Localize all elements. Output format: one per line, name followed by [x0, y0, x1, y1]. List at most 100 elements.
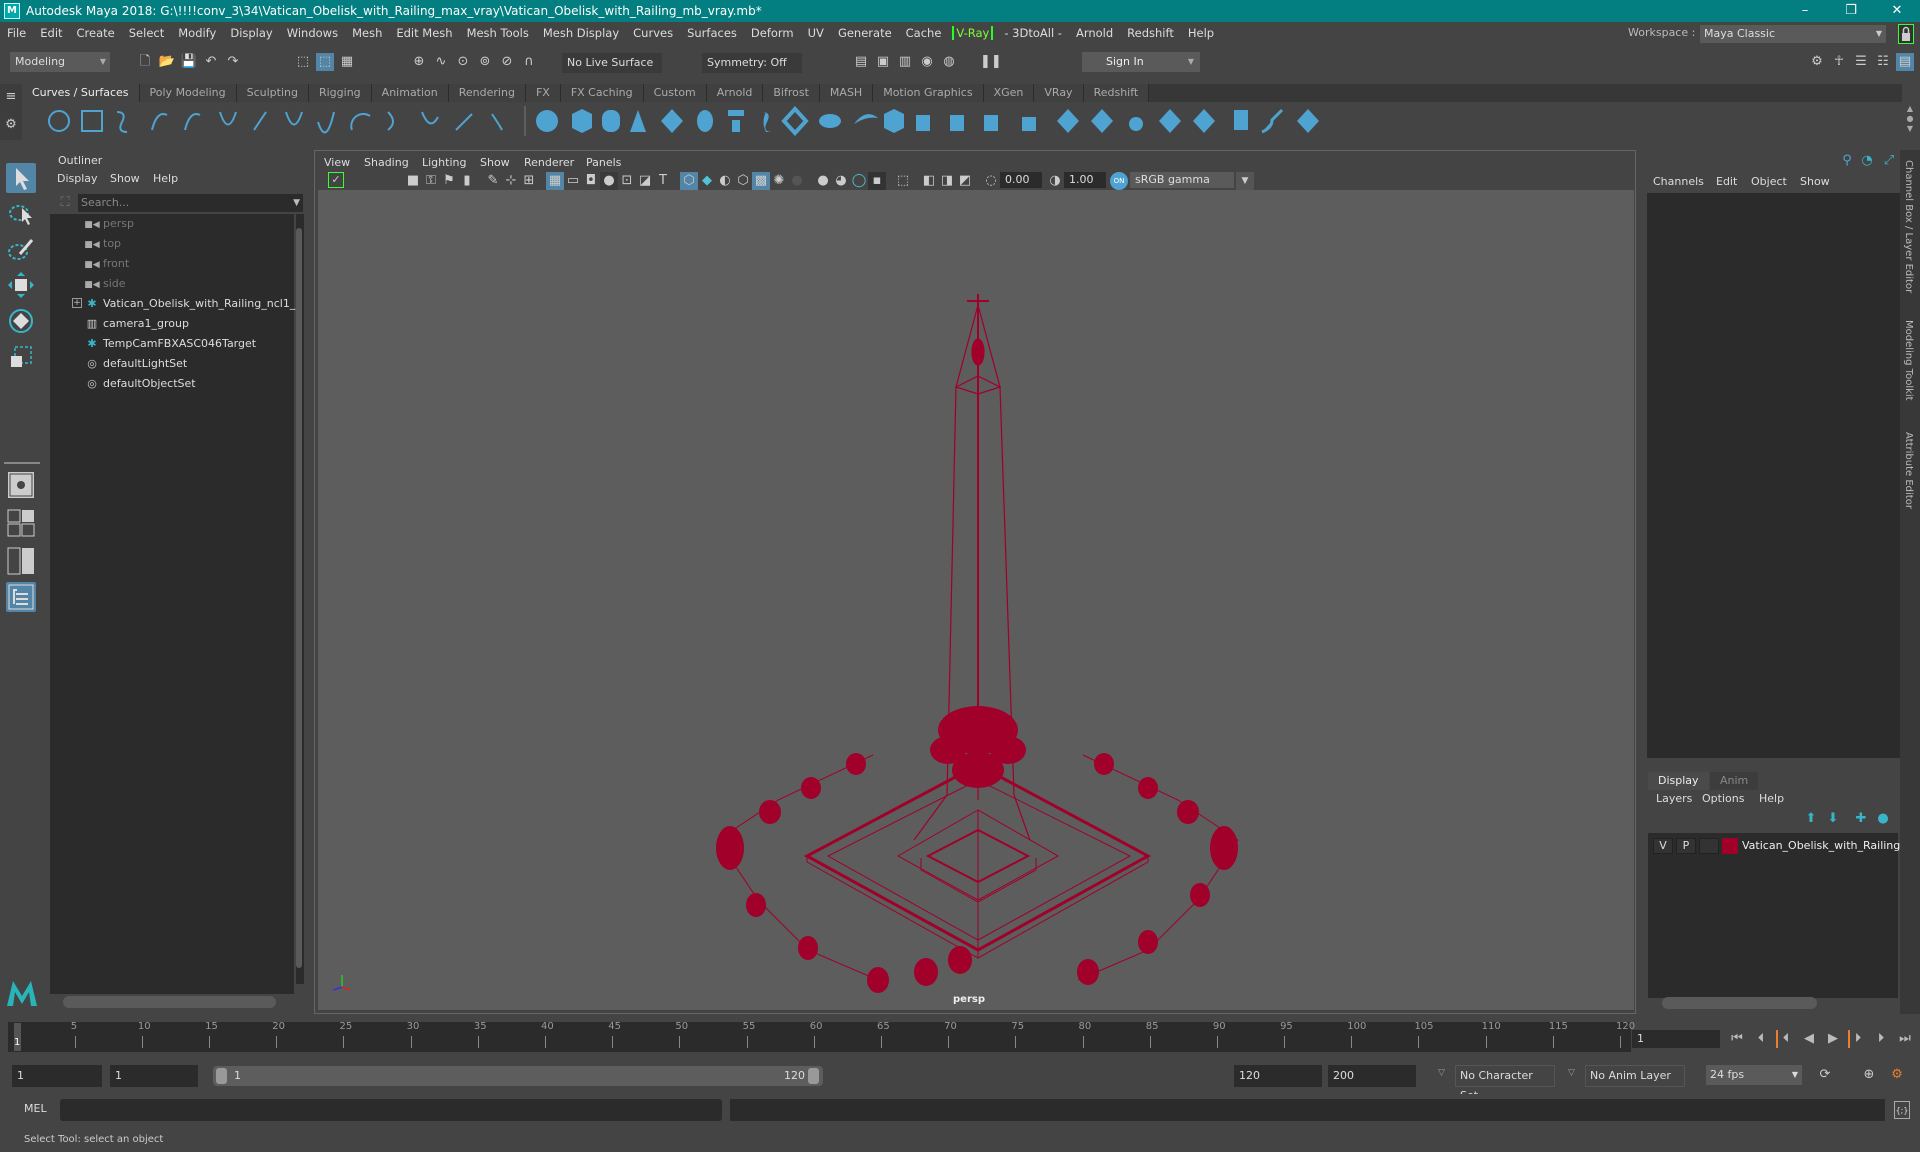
exposure-icon[interactable]: ◌	[982, 172, 1000, 190]
range-start-handle[interactable]	[216, 1068, 227, 1084]
shelf-tab-vray[interactable]: VRay	[1034, 84, 1084, 102]
viewport-menu-renderer[interactable]: Renderer	[524, 156, 574, 169]
channel-box-layer-editor-tab[interactable]: Channel Box / Layer Editor	[1903, 160, 1914, 293]
shelf-tab-mash[interactable]: MASH	[819, 84, 874, 102]
new-layer-from-selection-icon[interactable]: ●	[1874, 810, 1892, 828]
outliner-tab[interactable]: Outliner	[48, 152, 110, 170]
paint-select-tool-button[interactable]	[6, 234, 36, 264]
outliner-item[interactable]: ◎ defaultObjectSet	[84, 374, 195, 394]
shelf-tab-rendering[interactable]: Rendering	[448, 84, 526, 102]
anim-layer-dropdown-icon[interactable]: ▽	[1568, 1068, 1575, 1078]
color-space-select[interactable]: sRGB gamma	[1130, 172, 1234, 188]
xray-active-icon[interactable]: ◨	[938, 172, 956, 190]
shelf-tab-arnold[interactable]: Arnold	[706, 84, 764, 102]
fps-select[interactable]: 24 fps	[1706, 1065, 1802, 1085]
tool-settings-icon[interactable]: ☷	[1874, 53, 1892, 71]
grease-pencil-icon[interactable]: ✎	[484, 172, 502, 190]
menu-cache[interactable]: Cache	[899, 26, 949, 40]
viewport-menu-shading[interactable]: Shading	[364, 156, 409, 169]
human-ik-icon[interactable]: ☥	[1830, 53, 1848, 71]
backface-culling-icon[interactable]: ◩	[956, 172, 974, 190]
menu-edit-mesh[interactable]: Edit Mesh	[389, 26, 459, 40]
shelf-tab-rigging[interactable]: Rigging	[308, 84, 372, 102]
smooth-shade-icon[interactable]: ◆	[698, 172, 716, 190]
new-scene-icon[interactable]: 🗋	[136, 53, 154, 71]
shelf-tab-poly-modeling[interactable]: Poly Modeling	[139, 84, 237, 102]
exposure-field[interactable]: 0.00	[1000, 172, 1042, 188]
screen-space-ao-icon[interactable]: ●	[814, 172, 832, 190]
outliner-item[interactable]: ■◀ front	[84, 254, 129, 274]
menu-v-ray[interactable]: V-Ray	[952, 26, 994, 40]
outliner-item[interactable]: ▥ camera1_group	[84, 314, 189, 334]
layer-display-type-toggle[interactable]	[1699, 838, 1719, 854]
attribute-editor-icon[interactable]: ☰	[1852, 53, 1870, 71]
speed-icon[interactable]: ◔	[1858, 152, 1876, 170]
script-editor-icon[interactable]: {;}	[1894, 1101, 1910, 1119]
current-frame-field[interactable]: 1	[1632, 1030, 1720, 1048]
xray-icon[interactable]: ▩	[752, 172, 770, 190]
outliner-search-input[interactable]: Search...	[78, 194, 303, 212]
shelf-tab-redshift[interactable]: Redshift	[1083, 84, 1150, 102]
layers-tab-anim[interactable]: Anim	[1710, 772, 1759, 790]
pause-viewport-icon[interactable]: ❚❚	[980, 53, 1002, 71]
snap-view-plane-icon[interactable]: ⊚	[476, 53, 494, 71]
snap-curve-icon[interactable]: ∿	[432, 53, 450, 71]
shelf-tab-curves-surfaces[interactable]: Curves / Surfaces	[22, 84, 140, 102]
shelf-tab-custom[interactable]: Custom	[643, 84, 707, 102]
wireframe-icon[interactable]: ⬡	[680, 172, 698, 190]
workspace-select[interactable]: Maya Classic	[1700, 25, 1886, 43]
shelf-menu-icon[interactable]: ≡	[2, 88, 20, 106]
outliner-item[interactable]: ✱ TempCamFBXASC046Target	[84, 334, 256, 354]
character-set-dropdown-icon[interactable]: ▽	[1438, 1068, 1445, 1078]
sign-in-button[interactable]: Sign In	[1082, 52, 1200, 72]
minimize-button[interactable]: –	[1782, 0, 1828, 22]
move-tool-button[interactable]	[6, 270, 36, 300]
menu-mesh-display[interactable]: Mesh Display	[536, 26, 626, 40]
outliner-item[interactable]: ■◀ top	[84, 234, 121, 254]
show-menu[interactable]: Show	[1800, 175, 1830, 188]
camera-attributes-icon[interactable]: ⚿	[422, 172, 440, 190]
default-material-icon[interactable]: ◐	[716, 172, 734, 190]
move-layer-up-icon[interactable]: ⬆	[1802, 810, 1820, 828]
redo-icon[interactable]: ↷	[224, 53, 242, 71]
menu-create[interactable]: Create	[70, 26, 122, 40]
four-view-layout-button[interactable]	[6, 508, 36, 538]
menu-surfaces[interactable]: Surfaces	[680, 26, 744, 40]
animation-start-field[interactable]: 1	[12, 1065, 102, 1087]
viewport-menu-panels[interactable]: Panels	[586, 156, 621, 169]
modeling-toolkit-icon[interactable]: ⚙	[1808, 53, 1826, 71]
help-menu[interactable]: Help	[1759, 792, 1784, 805]
layer-color-swatch[interactable]	[1722, 838, 1738, 854]
wireframe-on-shaded-icon[interactable]: ⬡	[734, 172, 752, 190]
shelf-tab-bifrost[interactable]: Bifrost	[763, 84, 820, 102]
live-surface-field[interactable]: No Live Surface	[562, 53, 662, 73]
anti-aliasing-icon[interactable]: ◯	[850, 172, 868, 190]
ipr-render-icon[interactable]: ▥	[896, 53, 914, 71]
select-hierarchy-icon[interactable]: ⬚	[294, 53, 312, 71]
channels-menu[interactable]: Channels	[1653, 175, 1704, 188]
open-scene-icon[interactable]: 📂	[158, 53, 176, 71]
play-forwards-button[interactable]: ▶	[1824, 1030, 1842, 1048]
animation-preferences-icon[interactable]: ⚙	[1888, 1066, 1906, 1084]
menu-windows[interactable]: Windows	[280, 26, 345, 40]
use-all-lights-icon[interactable]: ✺	[770, 172, 788, 190]
shelf-tab-sculpting[interactable]: Sculpting	[236, 84, 309, 102]
snap-together-icon[interactable]: ∩	[520, 53, 538, 71]
options-menu[interactable]: Options	[1702, 792, 1744, 805]
auto-key-icon[interactable]: ⊕	[1860, 1066, 1878, 1084]
menu-redshift[interactable]: Redshift	[1120, 26, 1181, 40]
search-filter-icon[interactable]: ⛶	[56, 194, 74, 212]
play-backwards-button[interactable]: ◀	[1800, 1030, 1818, 1048]
playback-end-field[interactable]: 120	[1234, 1065, 1322, 1087]
range-end-handle[interactable]	[808, 1068, 819, 1084]
color-management-toggle[interactable]: ON	[1110, 172, 1128, 190]
grid-toggle-icon[interactable]: ▦	[546, 172, 564, 190]
menu-select[interactable]: Select	[122, 26, 171, 40]
layers-menu[interactable]: Layers	[1656, 792, 1692, 805]
go-to-start-button[interactable]: ⏮	[1728, 1030, 1746, 1048]
lock-icon[interactable]	[1898, 24, 1914, 44]
menu-generate[interactable]: Generate	[831, 26, 899, 40]
viewport-menu-view[interactable]: View	[324, 156, 350, 169]
render-current-icon[interactable]: ▣	[874, 53, 892, 71]
shadows-icon[interactable]: ●	[788, 172, 806, 190]
